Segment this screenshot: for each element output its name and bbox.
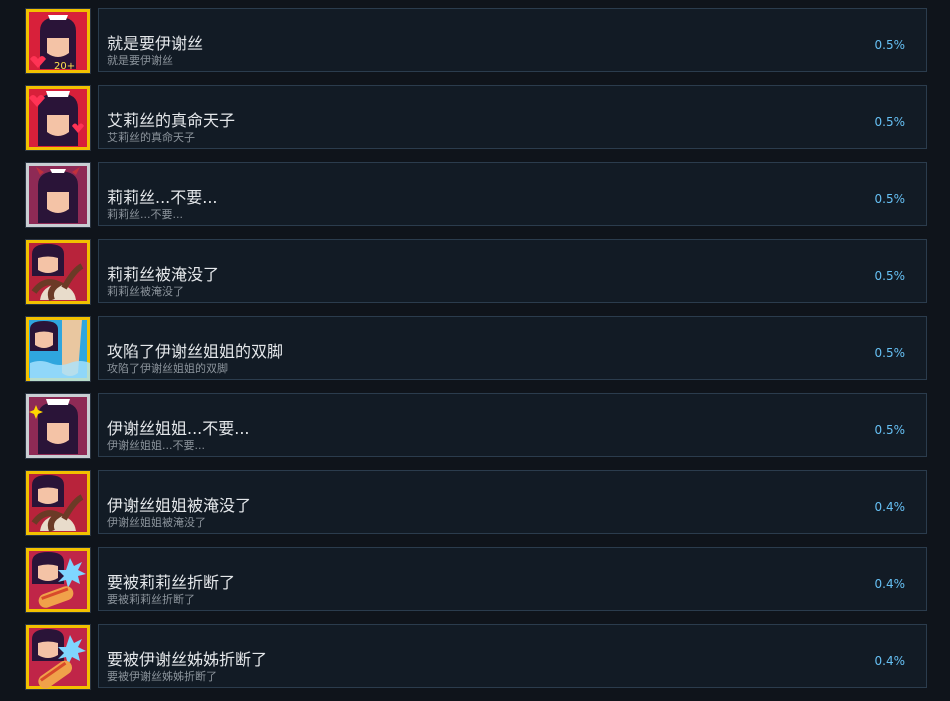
girl-heart-badge-icon: 20+ [25,8,91,74]
unlock-percent: 0.4% [874,654,906,668]
achievement-row[interactable]: 伊谢丝姐姐被淹没了 伊谢丝姐姐被淹没了 0.4% [25,470,927,536]
unlock-percent: 0.5% [874,423,906,437]
achievement-title: 莉莉丝...不要... [107,188,218,207]
achievement-title: 就是要伊谢丝 [107,34,204,53]
achievement-row[interactable]: 20+ 就是要伊谢丝 就是要伊谢丝 0.5% [25,8,927,74]
achievement-description: 就是要伊谢丝 [107,54,173,67]
achievement-list: 20+ 就是要伊谢丝 就是要伊谢丝 0.5% 艾莉丝的真命天子 艾莉丝的真命天子 [25,8,927,701]
achievement-description: 攻陷了伊谢丝姐姐的双脚 [107,362,228,375]
achievement-row[interactable]: 莉莉丝被淹没了 莉莉丝被淹没了 0.5% [25,239,927,305]
unlock-percent: 0.4% [874,577,906,591]
achievement-row[interactable]: 要被伊谢丝姊姊折断了 要被伊谢丝姊姊折断了 0.4% [25,624,927,690]
achievement-card: 莉莉丝被淹没了 莉莉丝被淹没了 0.5% [98,239,927,303]
achievement-row[interactable]: 伊谢丝姐姐...不要... 伊谢丝姐姐...不要... 0.5% [25,393,927,459]
achievement-title: 伊谢丝姐姐...不要... [107,419,250,438]
achievement-description: 艾莉丝的真命天子 [107,131,195,144]
unlock-percent: 0.5% [874,269,906,283]
achievement-description: 要被伊谢丝姊姊折断了 [107,670,217,683]
girl-tentacle-icon [25,239,91,305]
achievement-card: 要被莉莉丝折断了 要被莉莉丝折断了 0.4% [98,547,927,611]
girl-feet-icon [25,316,91,382]
achievement-card: 攻陷了伊谢丝姐姐的双脚 攻陷了伊谢丝姐姐的双脚 0.5% [98,316,927,380]
achievement-title: 要被伊谢丝姊姊折断了 [107,650,268,669]
achievement-title: 伊谢丝姐姐被淹没了 [107,496,252,515]
achievement-description: 莉莉丝...不要... [107,208,183,221]
achievement-title: 要被莉莉丝折断了 [107,573,236,592]
achievement-title: 莉莉丝被淹没了 [107,265,220,284]
achievement-row[interactable]: 艾莉丝的真命天子 艾莉丝的真命天子 0.5% [25,85,927,151]
achievement-row[interactable]: 攻陷了伊谢丝姐姐的双脚 攻陷了伊谢丝姐姐的双脚 0.5% [25,316,927,382]
girl-splash-icon [25,547,91,613]
achievement-card: 伊谢丝姐姐被淹没了 伊谢丝姐姐被淹没了 0.4% [98,470,927,534]
achievement-title: 攻陷了伊谢丝姐姐的双脚 [107,342,284,361]
achievement-card: 就是要伊谢丝 就是要伊谢丝 0.5% [98,8,927,72]
unlock-percent: 0.5% [874,38,906,52]
icon-badge-text: 20+ [54,61,75,72]
achievement-card: 艾莉丝的真命天子 艾莉丝的真命天子 0.5% [98,85,927,149]
girl-splash-icon [25,624,91,690]
achievement-row[interactable]: 要被莉莉丝折断了 要被莉莉丝折断了 0.4% [25,547,927,613]
achievement-title: 艾莉丝的真命天子 [107,111,236,130]
maid-girl-hearts-icon [25,85,91,151]
achievement-description: 伊谢丝姐姐被淹没了 [107,516,206,529]
achievement-description: 莉莉丝被淹没了 [107,285,184,298]
achievement-row[interactable]: 莉莉丝...不要... 莉莉丝...不要... 0.5% [25,162,927,228]
unlock-percent: 0.4% [874,500,906,514]
achievement-description: 要被莉莉丝折断了 [107,593,195,606]
achievement-card: 要被伊谢丝姊姊折断了 要被伊谢丝姊姊折断了 0.4% [98,624,927,688]
achievement-card: 伊谢丝姐姐...不要... 伊谢丝姐姐...不要... 0.5% [98,393,927,457]
demon-girl-icon [25,162,91,228]
unlock-percent: 0.5% [874,346,906,360]
unlock-percent: 0.5% [874,192,906,206]
achievement-description: 伊谢丝姐姐...不要... [107,439,205,452]
girl-tentacle-icon [25,470,91,536]
maid-girl-icon [25,393,91,459]
achievement-card: 莉莉丝...不要... 莉莉丝...不要... 0.5% [98,162,927,226]
unlock-percent: 0.5% [874,115,906,129]
